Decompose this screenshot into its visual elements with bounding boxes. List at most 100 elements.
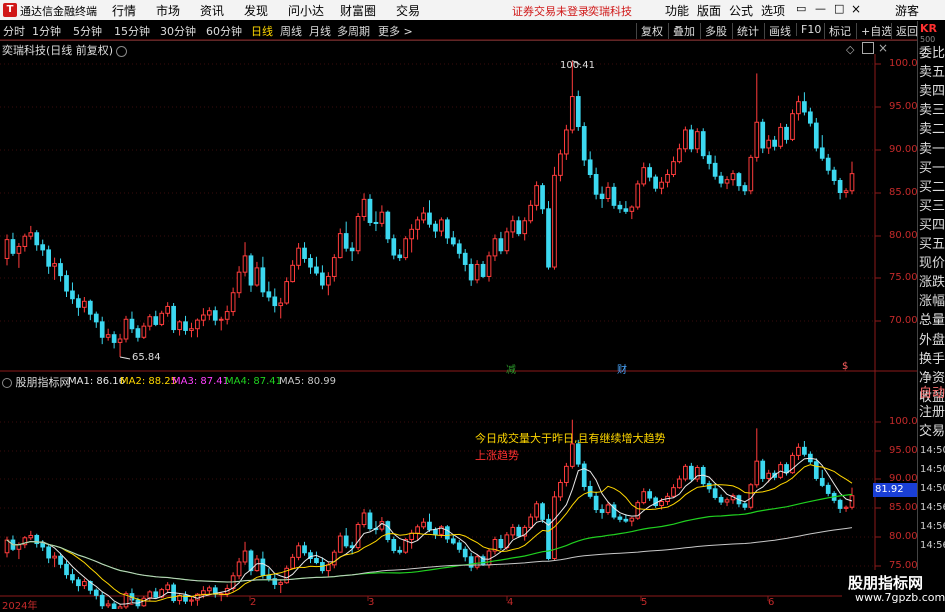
- signal-note-volume: 今日成交量大于昨日,且有继续增大趋势: [475, 432, 666, 445]
- price-candle: [427, 212, 432, 225]
- indicator-candle: [486, 550, 492, 566]
- price-candle: [694, 131, 700, 150]
- price-candle: [450, 237, 456, 245]
- date-month: 2: [250, 597, 257, 608]
- ma3-value: MA3: 87.41: [172, 376, 230, 387]
- price-candle: [813, 122, 819, 149]
- sidebar-item[interactable]: 总量: [919, 311, 945, 330]
- price-candle: [87, 300, 93, 315]
- sidebar-item[interactable]: 买三: [919, 197, 945, 216]
- price-candle: [385, 211, 391, 240]
- indicator-candle: [16, 544, 22, 550]
- indicator-candle: [843, 506, 849, 509]
- price-candle: [439, 219, 444, 232]
- sidebar-item[interactable]: 买一: [919, 159, 945, 178]
- price-candle: [34, 232, 40, 246]
- sidebar-item[interactable]: 涨幅: [919, 292, 945, 311]
- sidebar-item[interactable]: 注册: [919, 403, 945, 422]
- price-candle: [587, 159, 593, 176]
- price-candle: [647, 167, 653, 178]
- sidebar-item[interactable]: 卖二: [919, 120, 945, 139]
- price-candle: [575, 96, 581, 128]
- indicator-candle: [445, 526, 450, 540]
- price-candle: [456, 243, 462, 254]
- indicator-candle: [510, 526, 516, 536]
- price-candle: [325, 275, 331, 286]
- sidebar-item[interactable]: 买二: [919, 178, 945, 197]
- price-candle: [64, 275, 69, 292]
- price-candle: [474, 263, 480, 281]
- marker-dividend[interactable]: $: [842, 361, 848, 372]
- sidebar-item[interactable]: 卖三: [919, 101, 945, 120]
- price-candle: [790, 113, 795, 140]
- indicator-selector[interactable]: 股朋指标网: [2, 374, 71, 390]
- marker-finance[interactable]: 财: [617, 361, 627, 376]
- indicator-candle: [367, 512, 373, 530]
- price-candle: [206, 310, 212, 316]
- price-candle: [302, 247, 307, 259]
- indicator-candle: [93, 589, 99, 596]
- indicator-candle: [201, 590, 206, 595]
- sidebar-item[interactable]: 外盘: [919, 331, 945, 350]
- price-candle: [581, 126, 587, 161]
- price-candle: [141, 325, 147, 338]
- indicator-candle: [450, 538, 456, 544]
- indicator-candle: [343, 535, 349, 547]
- indicator-candle: [278, 582, 284, 585]
- indicator-candle: [331, 551, 337, 566]
- price-candle: [808, 111, 813, 124]
- price-candle: [837, 180, 843, 194]
- price-candle: [397, 254, 403, 259]
- price-candle: [290, 264, 295, 283]
- marker-reduce[interactable]: 减: [506, 361, 516, 376]
- sidebar-item[interactable]: 卖一: [919, 140, 945, 159]
- indicator-candle: [397, 549, 403, 553]
- sidebar-item[interactable]: 涨跌: [919, 273, 945, 292]
- sidebar-item[interactable]: 自动: [919, 384, 945, 403]
- sidebar-item[interactable]: 交易: [919, 422, 945, 441]
- price-candle: [409, 228, 414, 240]
- price-candle: [831, 169, 837, 182]
- price-candle: [10, 239, 16, 254]
- indicator-candle: [796, 446, 801, 456]
- indicator-candle: [64, 563, 69, 576]
- sidebar-item[interactable]: 委比: [919, 44, 945, 63]
- price-candle: [248, 255, 254, 286]
- indicator-candle: [421, 521, 426, 528]
- price-tick: 75.00: [889, 272, 918, 283]
- price-candle: [296, 247, 301, 266]
- indicator-candle: [474, 556, 480, 568]
- sidebar-item[interactable]: 换手: [919, 350, 945, 369]
- price-candle: [564, 129, 569, 155]
- price-candle: [641, 167, 647, 185]
- price-candle: [480, 263, 486, 277]
- indicator-candle: [516, 526, 522, 537]
- price-candle: [688, 129, 694, 150]
- sidebar-stock-code[interactable]: KR: [920, 22, 937, 35]
- ma4-line: [6, 493, 853, 583]
- price-candle: [314, 266, 319, 274]
- indicator-circle-icon[interactable]: [2, 378, 12, 388]
- price-candle: [16, 245, 22, 254]
- date-month: 5: [641, 597, 648, 608]
- indicator-candle: [391, 539, 397, 551]
- indicator-candle: [355, 524, 361, 549]
- indicator-candle: [242, 550, 248, 563]
- price-candle: [22, 235, 28, 247]
- sidebar-item[interactable]: 现价: [919, 254, 945, 273]
- sidebar-item[interactable]: 卖五: [919, 63, 945, 82]
- price-candle: [468, 263, 474, 281]
- price-tick: 80.00: [889, 230, 918, 241]
- indicator-candle: [671, 487, 676, 497]
- indicator-candle: [105, 603, 111, 607]
- indicator-candle: [498, 539, 504, 549]
- price-candle: [492, 238, 498, 257]
- price-candle: [683, 129, 688, 150]
- sidebar-item[interactable]: 买五: [919, 235, 945, 254]
- indicator-candle: [40, 543, 46, 548]
- sidebar-item[interactable]: 买四: [919, 216, 945, 235]
- sidebar-item[interactable]: 卖四: [919, 82, 945, 101]
- indicator-tick: 85.00: [889, 502, 918, 513]
- price-candle: [183, 321, 188, 331]
- kline-chart[interactable]: [0, 0, 945, 609]
